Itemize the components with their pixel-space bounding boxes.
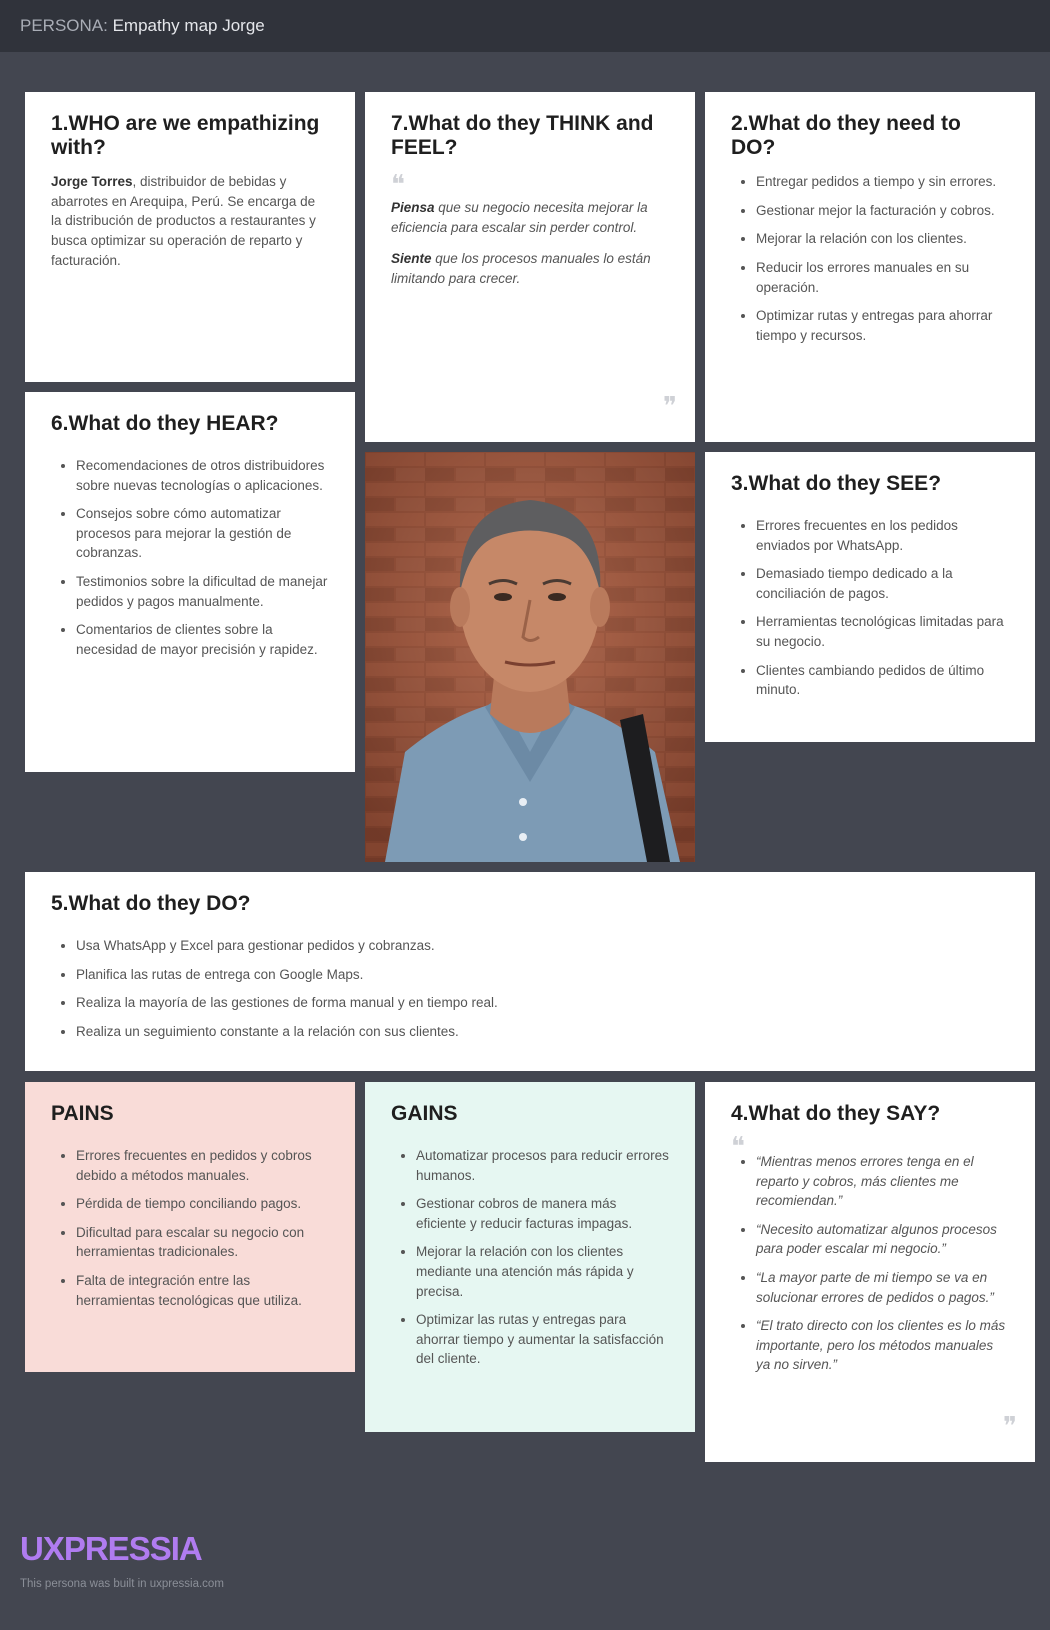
thinks-label: Piensa <box>391 200 435 216</box>
pains-list: Errores frecuentes en pedidos y cobros d… <box>51 1146 329 1310</box>
open-quote-icon: ❝ <box>391 170 405 201</box>
list-item: Herramientas tecnológicas limitadas para… <box>756 612 1009 651</box>
list-item: Falta de integración entre las herramien… <box>76 1271 329 1310</box>
feels-text: Siente que los procesos manuales lo está… <box>391 249 669 288</box>
who-description: Jorge Torres, distribuidor de bebidas y … <box>51 172 329 270</box>
need-list: Entregar pedidos a tiempo y sin errores.… <box>731 172 1009 345</box>
persona-name: Jorge Torres <box>51 174 133 190</box>
feels-label: Siente <box>391 251 432 267</box>
list-item: Comentarios de clientes sobre la necesid… <box>76 620 329 659</box>
say-heading: 4.What do they SAY? <box>731 1102 941 1125</box>
hear-heading: 6.What do they HEAR? <box>51 412 279 435</box>
list-item: Entregar pedidos a tiempo y sin errores. <box>756 172 1009 192</box>
who-card: 1.WHO are we empathizing with? Jorge Tor… <box>25 92 355 382</box>
list-item: Pérdida de tiempo conciliando pagos. <box>76 1194 329 1214</box>
close-quote-icon: ❞ <box>1003 1412 1017 1442</box>
think-heading: 7.What do they THINK and FEEL? <box>391 112 654 160</box>
see-card: 3.What do they SEE? Errores frecuentes e… <box>705 452 1035 742</box>
list-item: Usa WhatsApp y Excel para gestionar pedi… <box>76 936 1009 956</box>
footer-note: This persona was built in uxpressia.com <box>20 1578 224 1590</box>
title-text: Empathy map Jorge <box>112 16 265 35</box>
list-item: Reducir los errores manuales en su opera… <box>756 258 1009 297</box>
list-item: Gestionar cobros de manera más eficiente… <box>416 1194 669 1233</box>
think-feel-card: 7.What do they THINK and FEEL? ❝ Piensa … <box>365 92 695 442</box>
list-item: Demasiado tiempo dedicado a la conciliac… <box>756 564 1009 603</box>
say-list: “Mientras menos errores tenga en el repa… <box>731 1152 1009 1375</box>
list-item: “El trato directo con los clientes es lo… <box>756 1316 1009 1375</box>
gains-heading: GAINS <box>391 1102 458 1125</box>
top-bar: PERSONA: Empathy map Jorge <box>0 0 1050 52</box>
list-item: Testimonios sobre la dificultad de manej… <box>76 572 329 611</box>
do-list: Usa WhatsApp y Excel para gestionar pedi… <box>51 936 1009 1041</box>
page-title: PERSONA: Empathy map Jorge <box>20 16 265 36</box>
list-item: Planifica las rutas de entrega con Googl… <box>76 965 1009 985</box>
list-item: Mejorar la relación con los clientes. <box>756 229 1009 249</box>
list-item: Realiza la mayoría de las gestiones de f… <box>76 993 1009 1013</box>
list-item: Clientes cambiando pedidos de último min… <box>756 661 1009 700</box>
gains-card: GAINS Automatizar procesos para reducir … <box>365 1082 695 1432</box>
do-heading: 5.What do they DO? <box>51 892 251 915</box>
pains-card: PAINS Errores frecuentes en pedidos y co… <box>25 1082 355 1372</box>
title-prefix: PERSONA: <box>20 16 113 35</box>
list-item: Optimizar las rutas y entregas para ahor… <box>416 1310 669 1369</box>
need-heading: 2.What do they need to DO? <box>731 112 961 160</box>
list-item: Consejos sobre cómo automatizar procesos… <box>76 504 329 563</box>
persona-photo <box>365 452 695 862</box>
hear-list: Recomendaciones de otros distribuidores … <box>51 456 329 659</box>
pains-heading: PAINS <box>51 1102 114 1125</box>
do-card: 5.What do they DO? Usa WhatsApp y Excel … <box>25 872 1035 1071</box>
persona-portrait-image <box>365 452 695 862</box>
uxpressia-logo[interactable]: UXPRESSIA <box>20 1530 203 1568</box>
list-item: Errores frecuentes en pedidos y cobros d… <box>76 1146 329 1185</box>
see-list: Errores frecuentes en los pedidos enviad… <box>731 516 1009 700</box>
thinks-text: Piensa que su negocio necesita mejorar l… <box>391 198 669 237</box>
who-heading: 1.WHO are we empathizing with? <box>51 112 320 160</box>
say-card: 4.What do they SAY? ❝ “Mientras menos er… <box>705 1082 1035 1462</box>
list-item: Mejorar la relación con los clientes med… <box>416 1242 669 1301</box>
see-heading: 3.What do they SEE? <box>731 472 942 495</box>
list-item: Dificultad para escalar su negocio con h… <box>76 1223 329 1262</box>
list-item: Optimizar rutas y entregas para ahorrar … <box>756 306 1009 345</box>
list-item: “Necesito automatizar algunos procesos p… <box>756 1220 1009 1259</box>
gains-list: Automatizar procesos para reducir errore… <box>391 1146 669 1369</box>
need-card: 2.What do they need to DO? Entregar pedi… <box>705 92 1035 442</box>
list-item: Errores frecuentes en los pedidos enviad… <box>756 516 1009 555</box>
list-item: Recomendaciones de otros distribuidores … <box>76 456 329 495</box>
list-item: “Mientras menos errores tenga en el repa… <box>756 1152 1009 1211</box>
list-item: Gestionar mejor la facturación y cobros. <box>756 201 1009 221</box>
hear-card: 6.What do they HEAR? Recomendaciones de … <box>25 392 355 772</box>
list-item: Automatizar procesos para reducir errore… <box>416 1146 669 1185</box>
close-quote-icon: ❞ <box>663 392 677 422</box>
list-item: Realiza un seguimiento constante a la re… <box>76 1022 1009 1042</box>
list-item: “La mayor parte de mi tiempo se va en so… <box>756 1268 1009 1307</box>
